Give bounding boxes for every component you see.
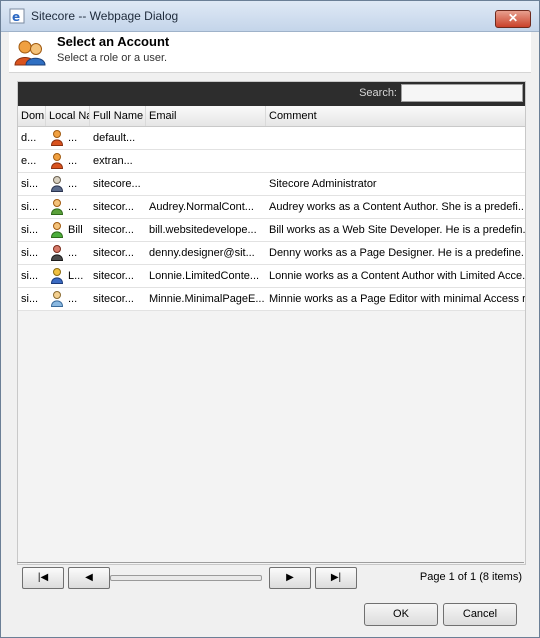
- search-input[interactable]: [401, 84, 523, 102]
- cell-email: denny.designer@sit...: [149, 247, 255, 259]
- prev-page-button[interactable]: ◀: [68, 567, 110, 589]
- cell-email: [146, 127, 266, 149]
- cell-domain: si...: [21, 178, 39, 190]
- cell-comment: Bill works as a Web Site Developer. He i…: [269, 224, 525, 236]
- dialog-header: Select an Account Select a role or a use…: [9, 32, 531, 73]
- column-comment[interactable]: Comment: [266, 106, 525, 126]
- dialog-subtitle: Select a role or a user.: [57, 52, 168, 64]
- window-title: Sitecore -- Webpage Dialog: [31, 9, 179, 23]
- table-row[interactable]: si... ... sitecor... Minnie.MinimalPageE…: [18, 288, 525, 311]
- page-slider[interactable]: [110, 575, 262, 581]
- cell-email: Lonnie.LimitedConte...: [149, 270, 260, 282]
- table-row[interactable]: si... L... sitecor... Lonnie.LimitedCont…: [18, 265, 525, 288]
- cell-comment: Denny works as a Page Designer. He is a …: [269, 247, 525, 259]
- dialog-title: Select an Account: [57, 34, 170, 49]
- dialog-window: e Sitecore -- Webpage Dialog ✕ Select an…: [0, 0, 540, 638]
- cell-comment: [266, 127, 525, 149]
- users-icon: [14, 40, 46, 66]
- table-row[interactable]: si... ... sitecore... Sitecore Administr…: [18, 173, 525, 196]
- cell-email: [146, 150, 266, 172]
- cell-domain: si...: [21, 224, 39, 236]
- user-icon: [51, 130, 63, 146]
- cell-local-name: ...: [68, 155, 78, 167]
- cell-domain: e...: [21, 155, 37, 167]
- column-email[interactable]: Email: [146, 106, 266, 126]
- user-icon: [51, 153, 63, 169]
- user-admin-icon: [51, 176, 63, 192]
- last-page-button[interactable]: ▶|: [315, 567, 357, 589]
- cell-local-name: ...: [68, 293, 78, 305]
- cell-email: [146, 173, 266, 195]
- cell-domain: si...: [21, 270, 39, 282]
- cell-comment: Sitecore Administrator: [269, 178, 377, 190]
- cell-full-name: sitecor...: [93, 224, 134, 236]
- cell-full-name: sitecor...: [93, 247, 134, 259]
- cell-domain: si...: [21, 247, 39, 259]
- cancel-button[interactable]: Cancel: [443, 603, 517, 626]
- user-icon: [51, 268, 63, 284]
- ok-button[interactable]: OK: [364, 603, 438, 626]
- column-domain[interactable]: Dom: [18, 106, 46, 126]
- cell-comment: [266, 150, 525, 172]
- pager: |◀ ◀ ▶ ▶| Page 1 of 1 (8 items): [17, 567, 524, 589]
- column-full-name[interactable]: Full Name: [90, 106, 146, 126]
- cell-full-name: default...: [93, 132, 136, 144]
- table-row[interactable]: si... ... sitecor... Audrey.NormalCont..…: [18, 196, 525, 219]
- page-info: Page 1 of 1 (8 items): [419, 571, 522, 583]
- user-icon: [51, 199, 63, 215]
- cell-full-name: extran...: [93, 155, 133, 167]
- first-page-button[interactable]: |◀: [22, 567, 64, 589]
- cell-domain: si...: [21, 293, 39, 305]
- dialog-content: Search: Dom Local Na Full Name Email Com…: [9, 73, 531, 630]
- accounts-grid: Search: Dom Local Na Full Name Email Com…: [17, 81, 526, 565]
- close-button[interactable]: ✕: [495, 10, 531, 28]
- cell-local-name: ...: [68, 132, 78, 144]
- next-page-button[interactable]: ▶: [269, 567, 311, 589]
- cell-email: Minnie.MinimalPageE...: [149, 293, 265, 305]
- cell-local-name: L...: [68, 270, 84, 282]
- cell-local-name: ...: [68, 178, 78, 190]
- cell-domain: d...: [21, 132, 37, 144]
- cell-domain: si...: [21, 201, 39, 213]
- search-label: Search:: [359, 87, 397, 99]
- cell-local-name: ...: [68, 247, 78, 259]
- cell-full-name: sitecore...: [93, 178, 141, 190]
- search-bar: Search:: [18, 82, 525, 106]
- column-header-row: Dom Local Na Full Name Email Comment: [18, 106, 525, 127]
- cell-email: bill.websitedevelope...: [149, 224, 257, 236]
- table-row[interactable]: e... ... extran...: [18, 150, 525, 173]
- column-local-name[interactable]: Local Na: [46, 106, 90, 126]
- title-bar[interactable]: e Sitecore -- Webpage Dialog ✕: [1, 1, 539, 32]
- table-row[interactable]: si... Bill sitecor... bill.websitedevelo…: [18, 219, 525, 242]
- grid-rows: d... ... default... e... ... extran... s…: [18, 127, 525, 311]
- cell-comment: Audrey works as a Content Author. She is…: [269, 201, 525, 213]
- user-icon: [51, 222, 63, 238]
- cell-local-name: ...: [68, 201, 78, 213]
- cell-full-name: sitecor...: [93, 201, 134, 213]
- cell-local-name: Bill: [68, 224, 83, 236]
- cell-comment: Minnie works as a Page Editor with minim…: [269, 293, 525, 305]
- svg-text:e: e: [12, 10, 20, 24]
- cell-full-name: sitecor...: [93, 293, 134, 305]
- user-icon: [51, 291, 63, 307]
- cell-email: Audrey.NormalCont...: [149, 201, 254, 213]
- table-row[interactable]: d... ... default...: [18, 127, 525, 150]
- ie-icon: e: [9, 8, 25, 24]
- cell-comment: Lonnie works as a Content Author with Li…: [269, 270, 525, 282]
- table-row[interactable]: si... ... sitecor... denny.designer@sit.…: [18, 242, 525, 265]
- grid-bottom-divider: [17, 562, 524, 563]
- cell-full-name: sitecor...: [93, 270, 134, 282]
- user-icon: [51, 245, 63, 261]
